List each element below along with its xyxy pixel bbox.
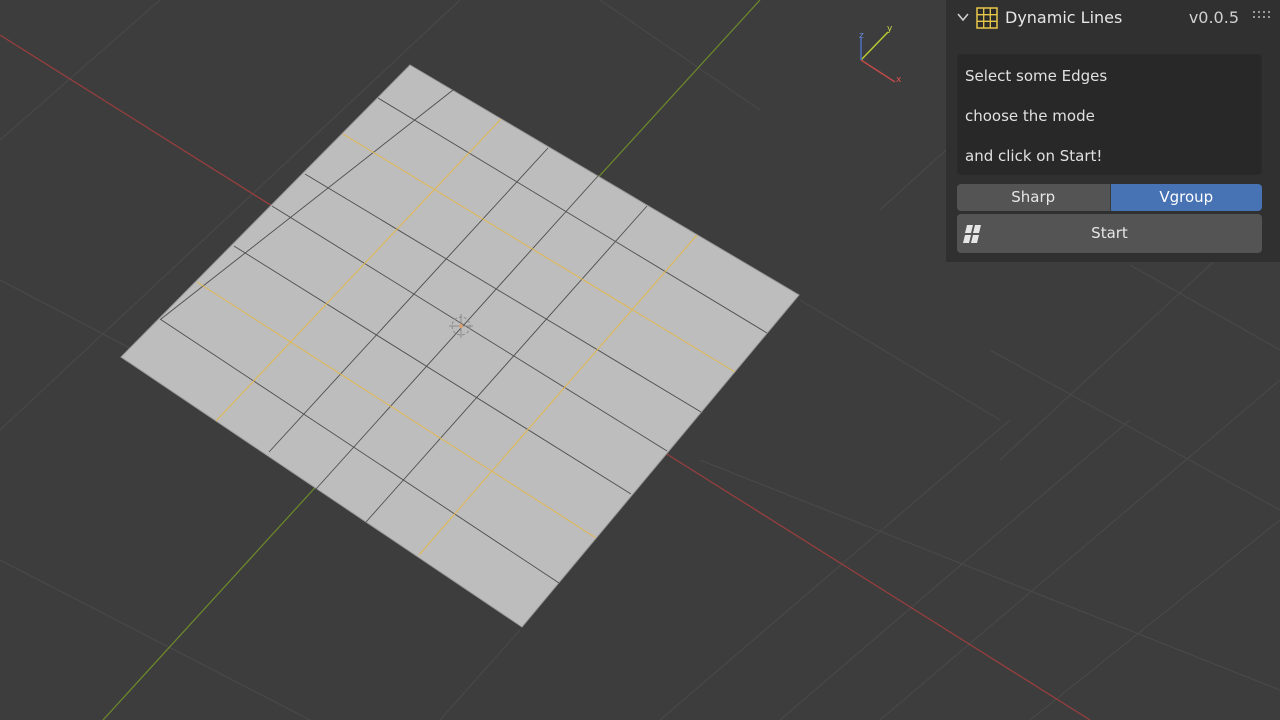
instructions-box: Select some Edges choose the mode and cl… xyxy=(957,54,1262,175)
drag-handle-icon[interactable] xyxy=(1252,10,1272,20)
mode-selector: Sharp Vgroup xyxy=(957,184,1262,211)
start-button[interactable]: Start xyxy=(957,214,1262,253)
grid-icon xyxy=(976,7,998,29)
instruction-line-3: and click on Start! xyxy=(965,147,1103,165)
gizmo-x-label: x xyxy=(896,75,902,85)
gizmo-z-label: z xyxy=(859,31,864,41)
axis-gizmo[interactable]: y x z xyxy=(859,24,902,85)
mode-sharp-button[interactable]: Sharp xyxy=(957,184,1110,211)
mesh-plane[interactable] xyxy=(120,64,800,628)
panel-title: Dynamic Lines xyxy=(1005,8,1123,27)
chevron-down-icon[interactable] xyxy=(956,11,970,23)
start-button-label: Start xyxy=(1091,224,1128,242)
mode-vgroup-button[interactable]: Vgroup xyxy=(1109,184,1262,211)
dynamic-lines-panel: Dynamic Lines v0.0.5 Select some Edges c… xyxy=(946,0,1280,262)
panel-version: v0.0.5 xyxy=(1188,8,1239,27)
panel-header[interactable]: Dynamic Lines v0.0.5 xyxy=(946,0,1280,36)
instruction-line-1: Select some Edges xyxy=(965,67,1108,85)
instruction-line-2: choose the mode xyxy=(965,107,1095,125)
gizmo-y-label: y xyxy=(887,24,893,34)
